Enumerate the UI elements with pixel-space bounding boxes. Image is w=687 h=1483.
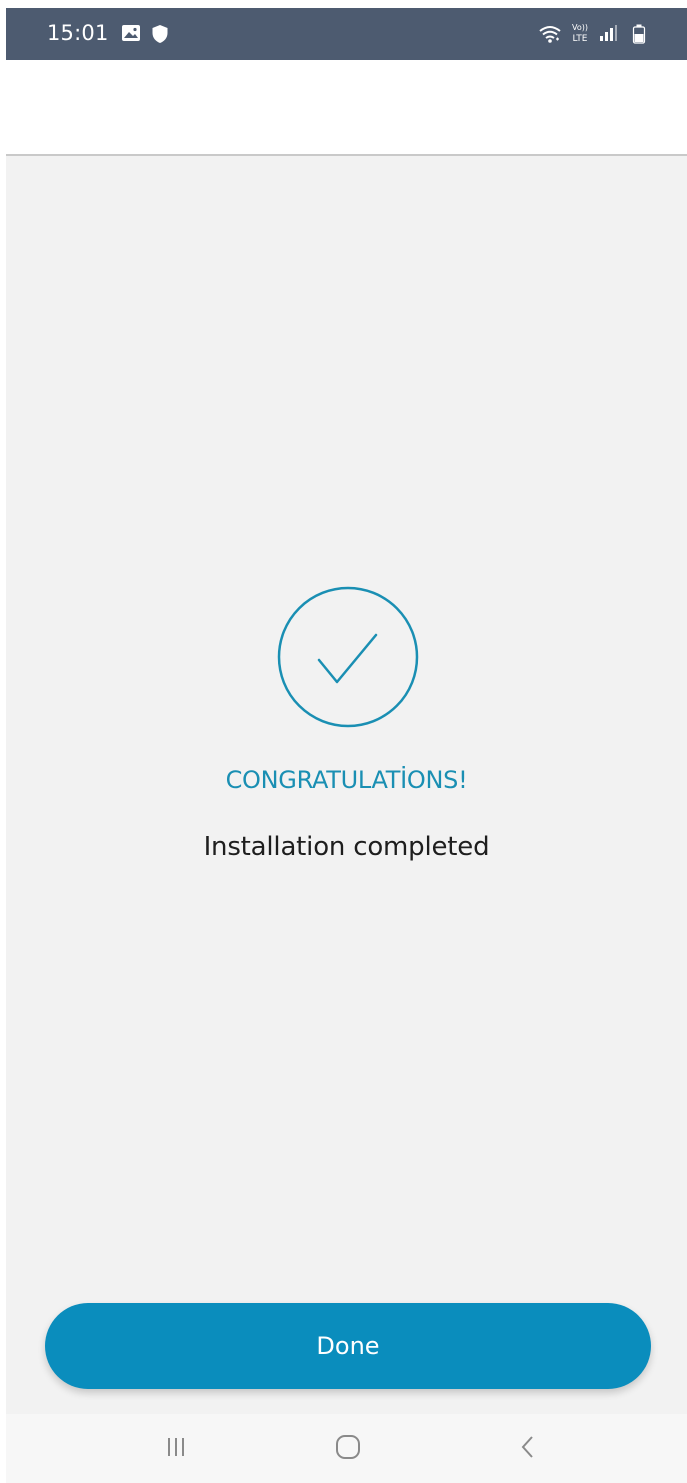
volte-lte-icon: Vo)) LTE <box>568 21 592 49</box>
app-header <box>6 60 687 156</box>
shield-icon <box>151 24 169 48</box>
home-icon <box>335 1434 361 1464</box>
home-button[interactable] <box>298 1414 398 1483</box>
wifi-icon <box>538 24 562 48</box>
navigation-bar <box>6 1414 687 1483</box>
back-icon <box>520 1434 536 1464</box>
status-bar: 15:01 Vo)) LTE <box>6 8 687 60</box>
recents-icon <box>166 1436 186 1462</box>
status-time: 15:01 <box>47 21 109 45</box>
svg-text:Vo)): Vo)) <box>572 23 588 32</box>
congratulations-title: CONGRATULATİONS! <box>225 766 468 794</box>
signal-icon <box>598 24 620 46</box>
installation-message: Installation completed <box>203 832 490 862</box>
check-circle-icon <box>277 586 419 728</box>
svg-text:LTE: LTE <box>573 34 588 44</box>
screen-edge <box>0 0 687 8</box>
gallery-icon <box>121 24 141 46</box>
battery-icon <box>632 24 646 48</box>
main-content: CONGRATULATİONS! Installation completed … <box>6 156 687 1414</box>
back-button[interactable] <box>478 1414 578 1483</box>
done-button[interactable]: Done <box>45 1303 651 1389</box>
recents-button[interactable] <box>126 1414 226 1483</box>
